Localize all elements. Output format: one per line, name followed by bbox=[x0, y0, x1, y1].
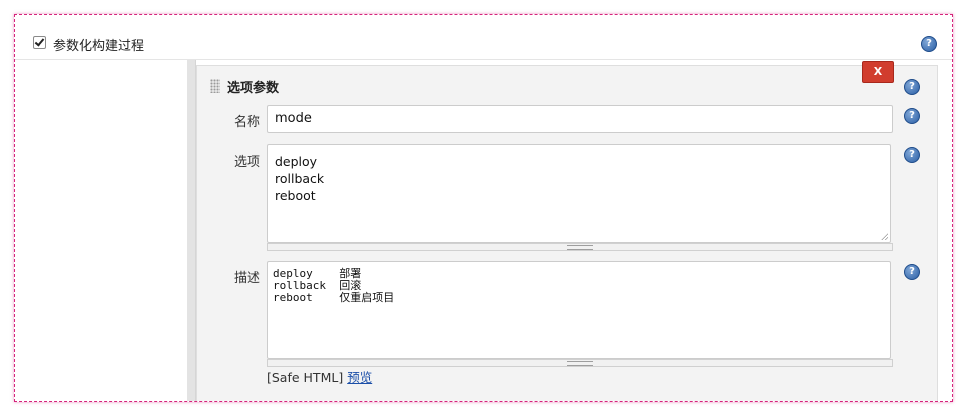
choices-textarea[interactable]: deploy rollback reboot bbox=[267, 144, 891, 243]
delete-parameter-button[interactable]: X bbox=[862, 61, 894, 83]
parameterized-build-row: 参数化构建过程 ? bbox=[15, 15, 952, 60]
question-circle-icon[interactable]: ? bbox=[921, 36, 937, 52]
name-label: 名称 bbox=[233, 115, 260, 130]
question-circle-icon[interactable]: ? bbox=[904, 108, 920, 124]
parameter-type-title: 选项参数 bbox=[227, 81, 280, 96]
choice-line: deploy bbox=[275, 154, 318, 169]
description-resize-grip[interactable] bbox=[267, 359, 893, 367]
description-line: reboot 仅重启项目 bbox=[273, 291, 395, 304]
preview-link[interactable]: 预览 bbox=[347, 370, 372, 385]
left-indent-area bbox=[15, 60, 187, 401]
safe-html-note: [Safe HTML] 预览 bbox=[267, 367, 372, 386]
question-circle-icon[interactable]: ? bbox=[904, 79, 920, 95]
nesting-bar bbox=[187, 60, 196, 401]
resize-corner-icon[interactable] bbox=[881, 233, 888, 240]
description-line: deploy 部署 bbox=[273, 267, 362, 280]
question-circle-icon[interactable]: ? bbox=[904, 147, 920, 163]
name-input[interactable]: mode bbox=[267, 105, 893, 133]
question-circle-icon[interactable]: ? bbox=[904, 264, 920, 280]
parameterized-build-label: 参数化构建过程 bbox=[53, 39, 145, 54]
choice-line: rollback bbox=[275, 171, 325, 186]
config-frame: 参数化构建过程 ? 选项参数 X ? 名称 mode ? 选项 deploy r… bbox=[14, 14, 953, 402]
choices-label: 选项 bbox=[233, 155, 260, 170]
safe-html-label: [Safe HTML] bbox=[267, 370, 344, 385]
description-label: 描述 bbox=[233, 271, 260, 286]
parameterized-build-checkbox[interactable] bbox=[33, 36, 46, 49]
choice-line: reboot bbox=[275, 188, 316, 203]
name-input-value: mode bbox=[275, 111, 312, 126]
choices-resize-grip[interactable] bbox=[267, 243, 893, 251]
drag-handle-icon[interactable] bbox=[210, 79, 220, 93]
description-textarea[interactable]: deploy 部署 rollback 回滚 reboot 仅重启项目 bbox=[267, 261, 891, 359]
